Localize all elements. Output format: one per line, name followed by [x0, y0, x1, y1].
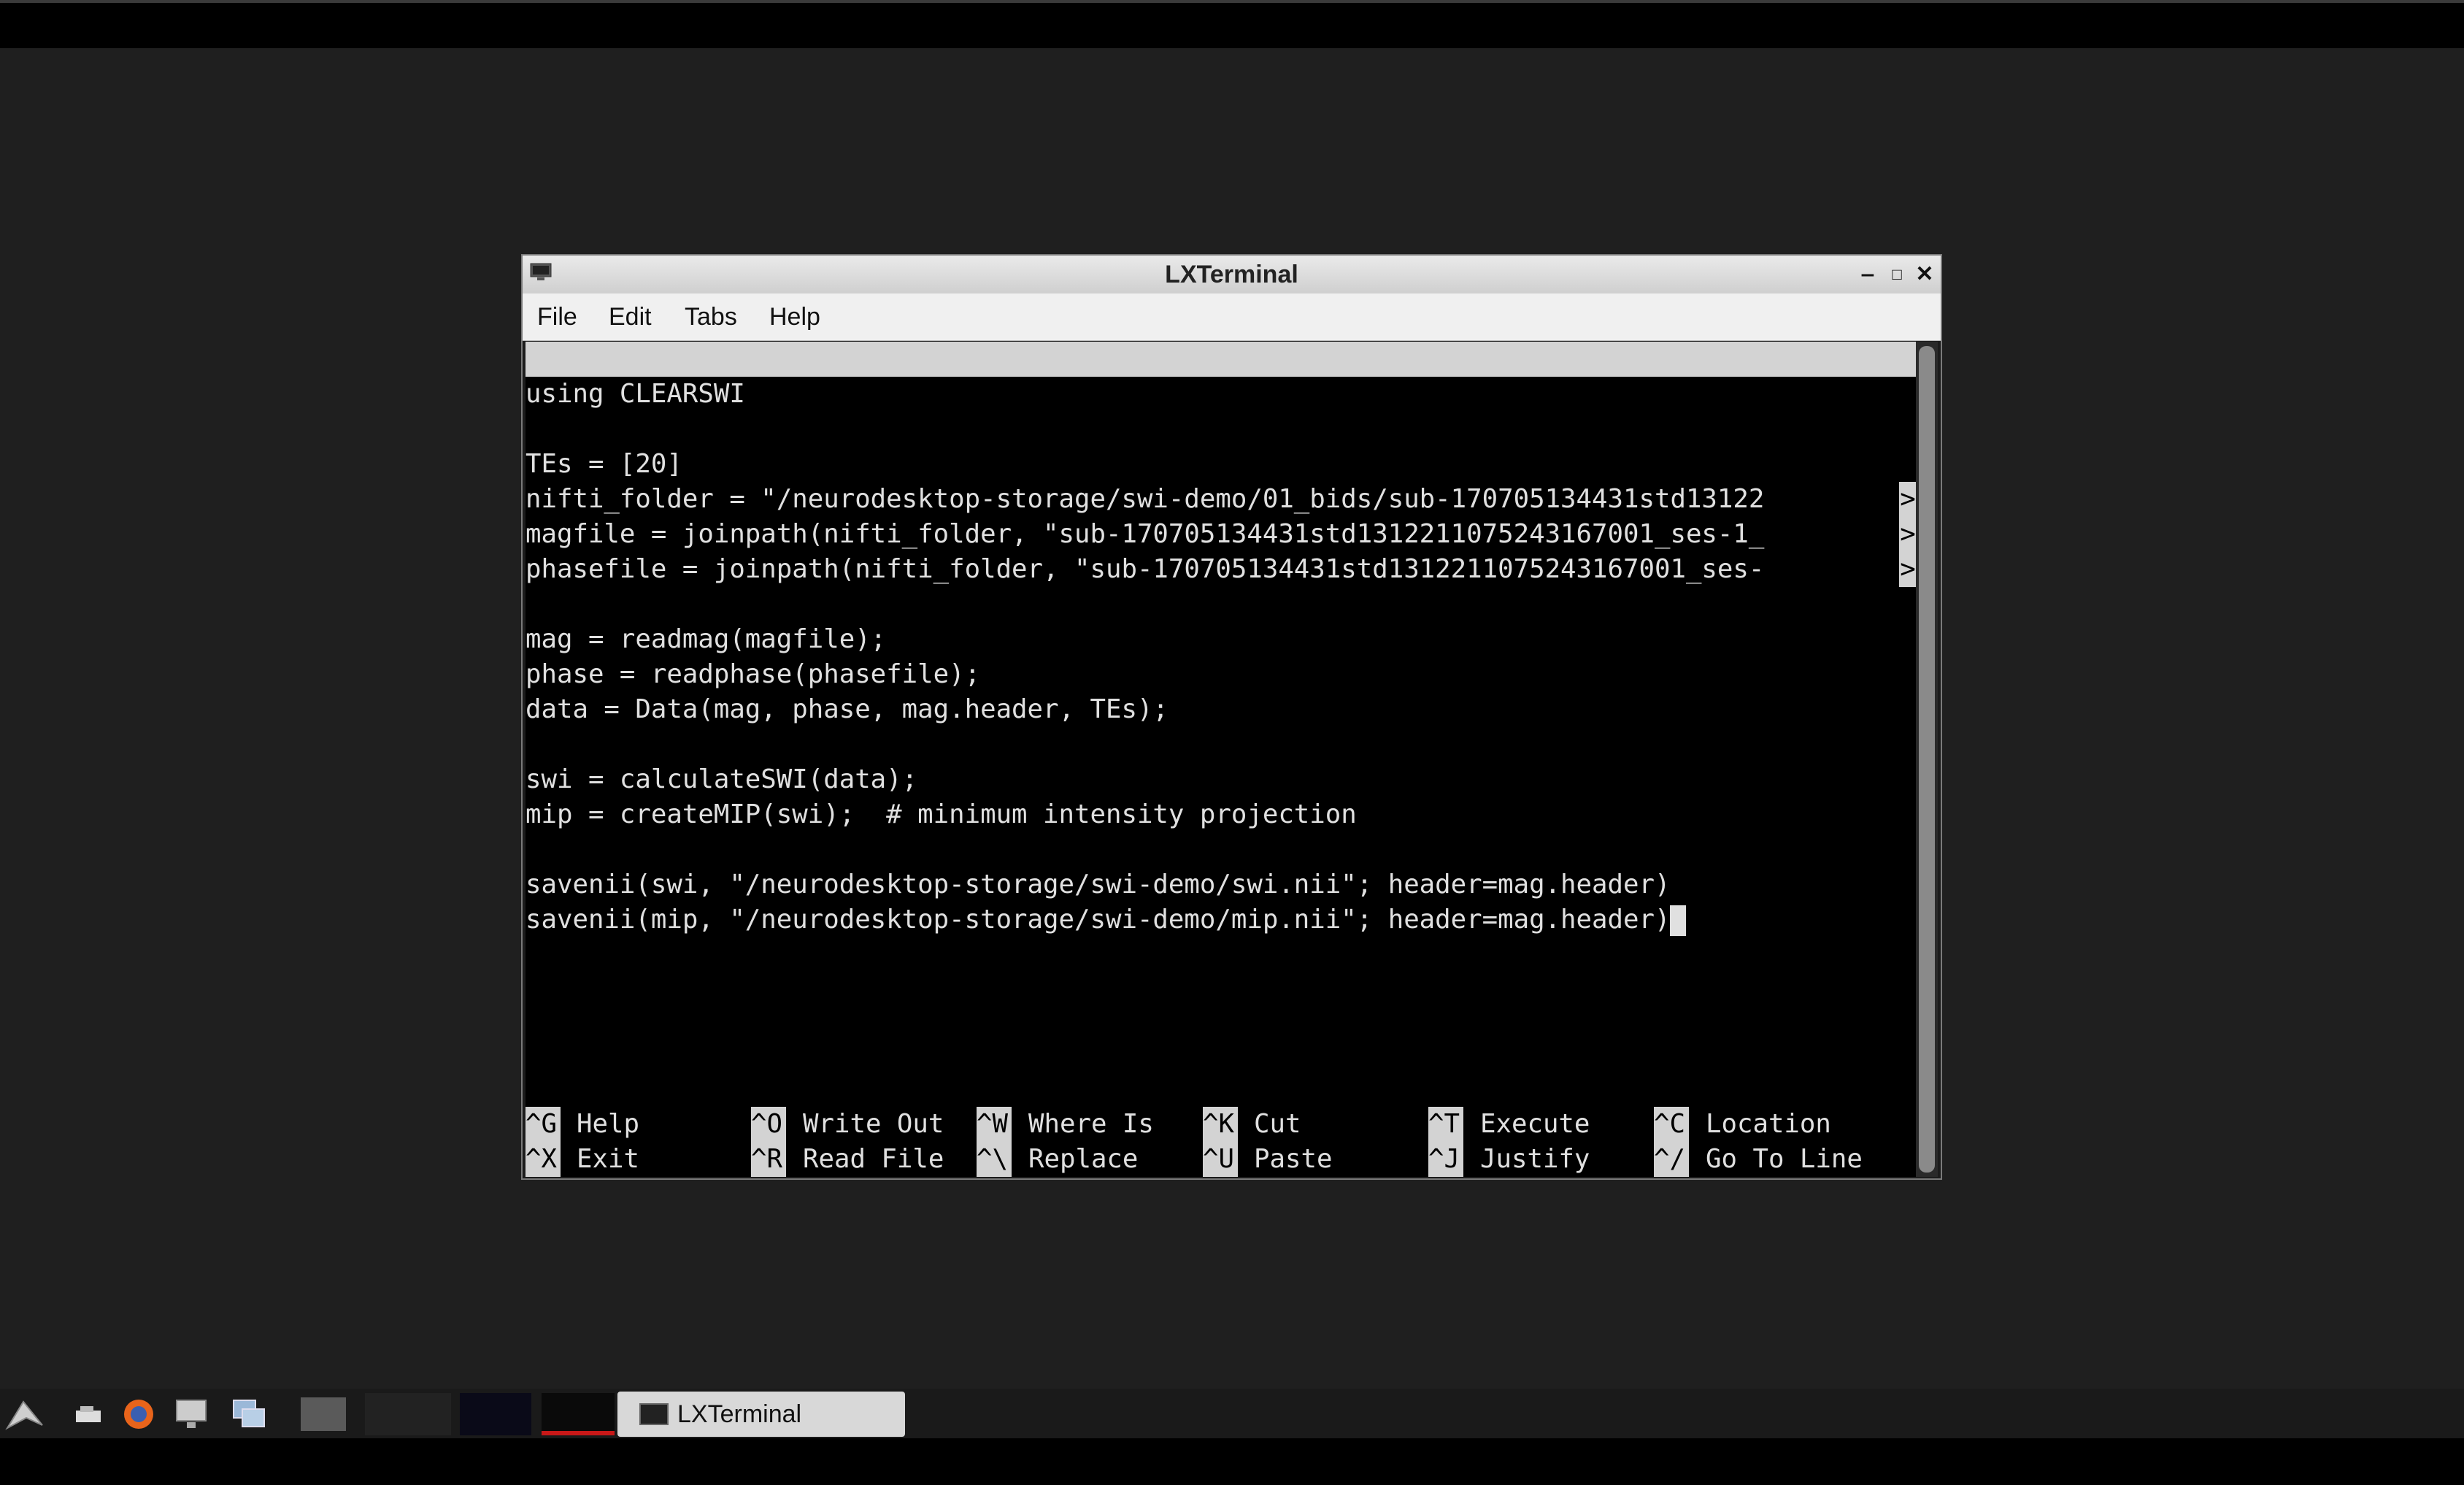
shortcut-key: ^G — [525, 1107, 561, 1142]
shortcut-key: ^\ — [977, 1142, 1012, 1177]
shortcut-read-file[interactable]: Read File — [803, 1142, 944, 1177]
nano-header-bar: GNU nano 7.2 /neurodesktop-storage/clear… — [525, 342, 1917, 444]
shortcut-key: ^U — [1203, 1142, 1238, 1177]
shortcut-paste[interactable]: Paste — [1254, 1142, 1332, 1177]
editor-line: magfile = joinpath(nifti_folder, "sub-17… — [525, 519, 1765, 549]
menu-tabs[interactable]: Tabs — [685, 293, 737, 340]
editor-line: nifti_folder = "/neurodesktop-storage/sw… — [525, 484, 1765, 514]
taskbar-task-label: LXTerminal — [677, 1400, 802, 1428]
menu-file[interactable]: File — [537, 293, 577, 340]
shortcut-key: ^T — [1428, 1107, 1463, 1142]
monitor-icon[interactable] — [171, 1396, 212, 1432]
shortcut-go-to-line[interactable]: Go To Line — [1706, 1142, 1863, 1177]
editor-line: swi = calculateSWI(data); — [525, 764, 918, 794]
shortcut-cut[interactable]: Cut — [1254, 1107, 1301, 1142]
taskbar: LXTerminal — [0, 1389, 2464, 1438]
shortcut-justify[interactable]: Justify — [1480, 1142, 1590, 1177]
firefox-icon[interactable] — [118, 1396, 159, 1432]
cpu-monitor-icon — [460, 1393, 531, 1435]
shortcut-key: ^O — [751, 1107, 786, 1142]
workspace-2-icon[interactable] — [365, 1393, 451, 1435]
editor-line-text: savenii(mip, "/neurodesktop-storage/swi-… — [525, 905, 1671, 935]
shortcut-key: ^C — [1654, 1107, 1689, 1142]
shortcut-location[interactable]: Location — [1706, 1107, 1831, 1142]
shortcut-help[interactable]: Help — [577, 1107, 639, 1142]
menu-bar: File Edit Tabs Help — [523, 293, 1941, 341]
editor-line: data = Data(mag, phase, mag.header, TEs)… — [525, 694, 1169, 724]
editor-line: mag = readmag(magfile); — [525, 624, 887, 654]
terminal-icon — [639, 1403, 669, 1425]
minimize-icon[interactable]: ‒ — [1857, 264, 1878, 285]
window-title: LXTerminal — [1165, 261, 1298, 288]
shortcut-key: ^W — [977, 1107, 1012, 1142]
line-overflow-marker: > — [1899, 517, 1917, 552]
editor-line-current: savenii(mip, "/neurodesktop-storage/swi-… — [525, 902, 1687, 937]
editor-line: phase = readphase(phasefile); — [525, 659, 981, 689]
workspace-1-icon[interactable] — [301, 1397, 346, 1431]
editor-line: mip = createMIP(swi); # minimum intensit… — [525, 799, 1357, 829]
nano-file-path: /neurodesktop-storage/clearswi.jl * — [979, 414, 1528, 444]
shortcut-key: ^R — [751, 1142, 786, 1177]
shortcut-key: ^K — [1203, 1107, 1238, 1142]
line-overflow-marker: > — [1899, 482, 1917, 517]
start-menu-icon[interactable] — [4, 1396, 45, 1432]
close-icon[interactable]: ✕ — [1914, 264, 1935, 285]
file-manager-icon[interactable] — [70, 1396, 111, 1432]
line-overflow-marker: > — [1899, 552, 1917, 587]
shortcut-key: ^/ — [1654, 1142, 1689, 1177]
shortcut-execute[interactable]: Execute — [1480, 1107, 1590, 1142]
shortcut-key: ^X — [525, 1142, 561, 1177]
shortcut-where-is[interactable]: Where Is — [1028, 1107, 1154, 1142]
scrollbar-thumb[interactable] — [1919, 346, 1935, 1173]
editor-line: TEs = [20] — [525, 449, 682, 479]
taskbar-lxterminal-button[interactable]: LXTerminal — [617, 1392, 905, 1437]
shortcut-replace[interactable]: Replace — [1028, 1142, 1138, 1177]
menu-help[interactable]: Help — [769, 293, 820, 340]
terminal-scrollbar[interactable] — [1916, 342, 1938, 1177]
shortcut-key: ^J — [1428, 1142, 1463, 1177]
windows-switch-icon[interactable] — [229, 1396, 270, 1432]
maximize-icon[interactable]: □ — [1887, 264, 1907, 285]
editor-line: phasefile = joinpath(nifti_folder, "sub-… — [525, 554, 1765, 584]
shortcut-exit[interactable]: Exit — [577, 1142, 639, 1177]
menu-edit[interactable]: Edit — [609, 293, 652, 340]
shortcut-write-out[interactable]: Write Out — [803, 1107, 944, 1142]
editor-line: savenii(swi, "/neurodesktop-storage/swi-… — [525, 870, 1671, 899]
text-cursor — [1670, 905, 1687, 936]
lxterminal-window: LXTerminal ‒ □ ✕ File Edit Tabs Help GNU… — [521, 254, 1942, 1180]
title-bar[interactable]: LXTerminal ‒ □ ✕ — [523, 256, 1941, 294]
memory-monitor-icon — [542, 1393, 615, 1435]
terminal-area[interactable]: GNU nano 7.2 /neurodesktop-storage/clear… — [525, 342, 1917, 1177]
screen-top-edge — [0, 0, 2464, 3]
editor-line: using CLEARSWI — [525, 379, 745, 409]
